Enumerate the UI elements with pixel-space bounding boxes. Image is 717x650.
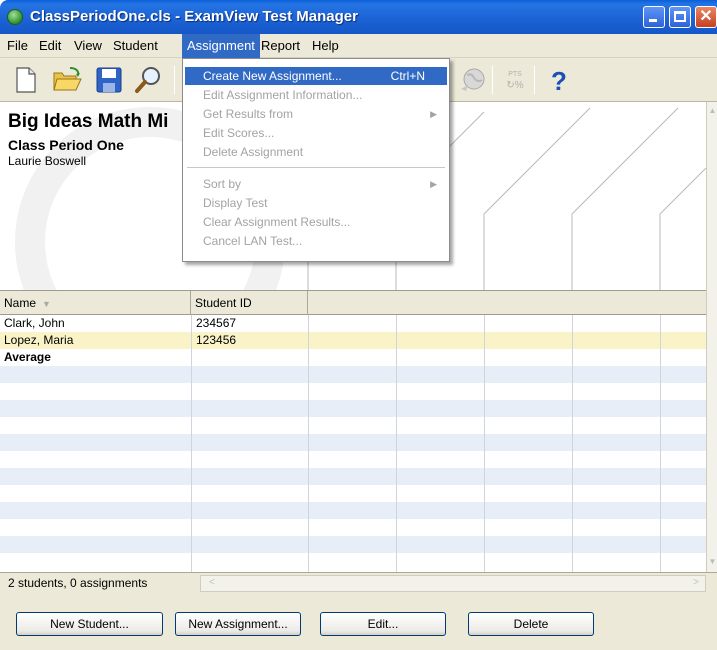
student-id: 123456	[196, 333, 237, 347]
grid-divider	[396, 315, 397, 572]
empty-row	[0, 502, 706, 519]
menu-item-delete-assignment[interactable]: Delete Assignment	[185, 143, 447, 161]
teacher-name: Laurie Boswell	[8, 154, 87, 168]
submenu-arrow-icon: ▶	[430, 179, 437, 189]
new-student-button[interactable]: New Student...	[16, 612, 163, 636]
save-icon[interactable]	[94, 65, 124, 95]
empty-row	[0, 485, 706, 502]
menu-item-label: Get Results from	[203, 107, 294, 121]
empty-row	[0, 366, 706, 383]
student-id: 234567	[196, 316, 237, 330]
grid-divider	[660, 315, 661, 572]
grid-divider	[308, 315, 309, 572]
grid-header: Name ▼ Student ID	[0, 291, 706, 315]
table-row[interactable]: Lopez, Maria 123456	[0, 332, 706, 349]
globe-icon[interactable]	[458, 65, 488, 95]
new-assignment-button[interactable]: New Assignment...	[175, 612, 301, 636]
column-header-student-id[interactable]: Student ID	[191, 291, 308, 315]
edit-button[interactable]: Edit...	[320, 612, 446, 636]
sort-down-icon: ▼	[42, 299, 51, 309]
empty-row	[0, 553, 706, 570]
menu-item-label: Create New Assignment...	[203, 69, 342, 83]
menu-report[interactable]: Report	[256, 34, 305, 58]
menu-item-edit-scores[interactable]: Edit Scores...	[185, 124, 447, 142]
empty-row	[0, 519, 706, 536]
close-icon: ✕	[699, 8, 713, 25]
maximize-button[interactable]	[669, 6, 691, 28]
empty-row	[0, 400, 706, 417]
pts-label: PTS	[508, 71, 522, 78]
open-folder-icon[interactable]	[52, 65, 82, 95]
column-header-label: Student ID	[195, 296, 252, 310]
column-header-name[interactable]: Name ▼	[0, 291, 191, 315]
menu-assignment[interactable]: Assignment	[182, 34, 260, 58]
button-bar: New Student... New Assignment... Edit...…	[0, 594, 717, 650]
delete-button[interactable]: Delete	[468, 612, 594, 636]
empty-row	[0, 417, 706, 434]
help-icon[interactable]: ?	[544, 65, 574, 95]
empty-row	[0, 536, 706, 553]
menu-help[interactable]: Help	[307, 34, 344, 58]
menu-item-label: Sort by	[203, 177, 242, 191]
menu-item-display-test[interactable]: Display Test	[185, 194, 447, 212]
empty-row	[0, 451, 706, 468]
menu-view[interactable]: View	[69, 34, 107, 58]
percent-glyph: ↻%	[506, 80, 523, 91]
status-bar: 2 students, 0 assignments < >	[0, 572, 717, 594]
points-percent-icon[interactable]: PTS ↻%	[500, 65, 530, 95]
close-button[interactable]: ✕	[695, 6, 717, 28]
status-text: 2 students, 0 assignments	[8, 576, 148, 590]
menu-item-sort-by[interactable]: Sort by ▶	[185, 175, 447, 193]
grid-divider	[191, 315, 192, 572]
empty-row	[0, 383, 706, 400]
toolbar-separator	[174, 66, 175, 94]
maximize-icon	[674, 11, 686, 22]
toolbar-separator	[534, 66, 535, 94]
student-name: Lopez, Maria	[4, 333, 74, 347]
menu-item-edit-assignment-information[interactable]: Edit Assignment Information...	[185, 86, 447, 104]
student-grid: Clark, John 234567 Lopez, Maria 123456 A…	[0, 315, 706, 572]
menu-item-cancel-lan-test[interactable]: Cancel LAN Test...	[185, 232, 447, 250]
toolbar-separator	[492, 66, 493, 94]
scroll-down-icon[interactable]: ▼	[708, 557, 717, 569]
menu-separator	[187, 167, 445, 168]
new-file-icon[interactable]	[10, 65, 40, 95]
average-label: Average	[4, 350, 51, 364]
menu-student[interactable]: Student	[108, 34, 163, 58]
student-name: Clark, John	[4, 316, 65, 330]
menu-file[interactable]: File	[2, 34, 33, 58]
scroll-up-icon[interactable]: ▲	[708, 106, 717, 118]
menu-item-get-results-from[interactable]: Get Results from ▶	[185, 105, 447, 123]
app-icon	[7, 9, 23, 25]
column-header-label: Name	[4, 296, 37, 310]
vertical-scrollbar[interactable]: ▲ ▼	[706, 102, 717, 572]
empty-row	[0, 434, 706, 451]
assignment-menu: Create New Assignment... Ctrl+N Edit Ass…	[182, 58, 450, 262]
grid-divider	[484, 315, 485, 572]
menu-item-create-new-assignment[interactable]: Create New Assignment... Ctrl+N	[185, 67, 447, 85]
menu-edit[interactable]: Edit	[34, 34, 66, 58]
submenu-arrow-icon: ▶	[430, 109, 437, 119]
average-row: Average	[0, 349, 706, 366]
shortcut-label: Ctrl+N	[390, 69, 425, 83]
scroll-left-icon[interactable]: <	[209, 577, 215, 588]
grid-divider	[572, 315, 573, 572]
class-period: Class Period One	[8, 137, 124, 153]
window-title: ClassPeriodOne.cls - ExamView Test Manag…	[30, 8, 358, 25]
minimize-button[interactable]	[643, 6, 665, 28]
search-icon[interactable]	[134, 65, 164, 95]
scroll-right-icon[interactable]: >	[693, 577, 699, 588]
menu-bar: File Edit View Student Assignment Report…	[0, 34, 717, 58]
svg-text:?: ?	[551, 66, 567, 95]
title-bar: ClassPeriodOne.cls - ExamView Test Manag…	[0, 0, 717, 34]
table-row[interactable]: Clark, John 234567	[0, 315, 706, 332]
menu-item-clear-assignment-results[interactable]: Clear Assignment Results...	[185, 213, 447, 231]
horizontal-scrollbar[interactable]: < >	[200, 575, 706, 592]
class-title: Big Ideas Math Mi	[8, 111, 169, 132]
empty-row	[0, 468, 706, 485]
minimize-icon	[649, 19, 657, 22]
